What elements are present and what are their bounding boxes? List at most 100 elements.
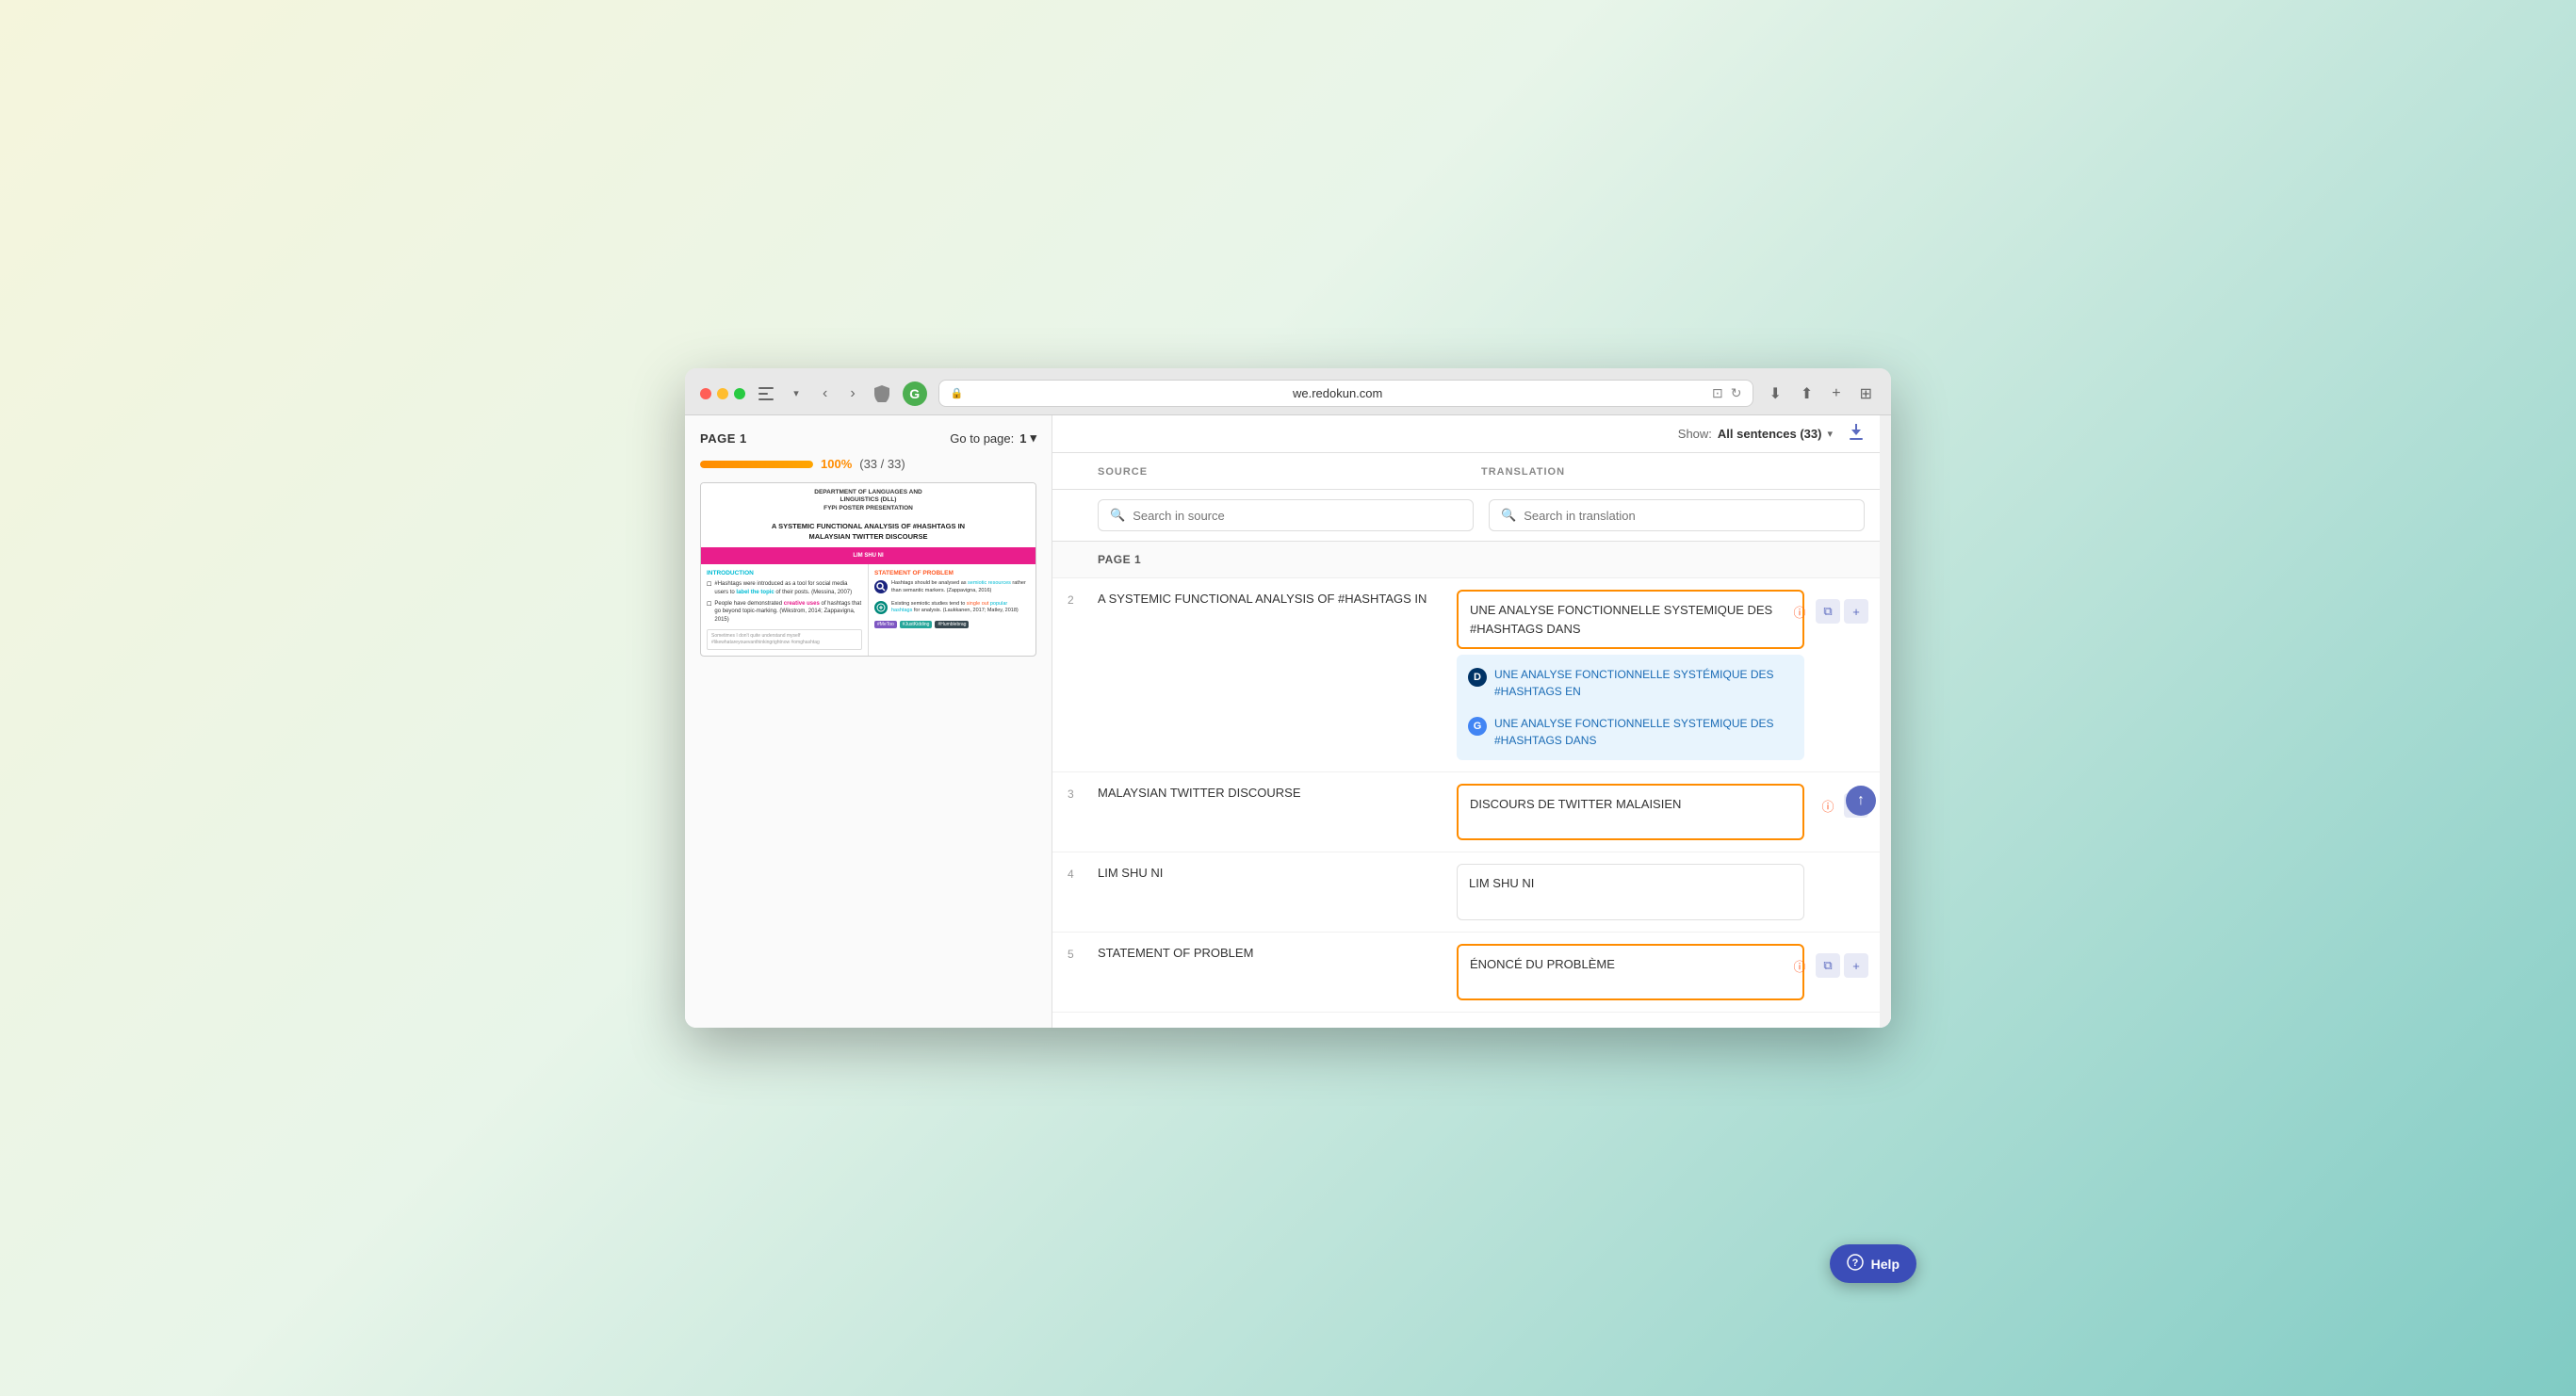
help-icon: ?	[1847, 1254, 1864, 1274]
translation-cell-3[interactable]: DISCOURS DE TWITTER MALAISIEN ⓘ ⧉	[1457, 784, 1804, 840]
translation-input-2[interactable]: UNE ANALYSE FONCTIONNELLE SYSTEMIQUE DES…	[1457, 590, 1804, 649]
minimize-button[interactable]	[717, 388, 728, 399]
arrow-up-button-3[interactable]: ↑	[1846, 786, 1876, 816]
source-cell-5: STATEMENT OF PROBLEM	[1098, 944, 1457, 1000]
share-button[interactable]: ⬆	[1797, 381, 1817, 407]
download-button[interactable]: ⬇	[1765, 381, 1785, 407]
row-number-2: 2	[1052, 590, 1098, 760]
browser-window: ▾ ‹ › G 🔒 we.redokun.com ⊡ ↻ ⬇ ⬆ + ⊞ PAG…	[685, 368, 1891, 1028]
filter-dropdown[interactable]: All sentences (33)	[1718, 427, 1822, 441]
source-text-2: A SYSTEMIC FUNCTIONAL ANALYSIS OF #HASHT…	[1098, 590, 1445, 609]
source-cell-3: MALAYSIAN TWITTER DISCOURSE	[1098, 784, 1457, 840]
translation-table[interactable]: SOURCE TRANSLATION 🔍 🔍	[1052, 453, 1880, 1028]
translation-input-3[interactable]: DISCOURS DE TWITTER MALAISIEN ⓘ ⧉	[1457, 784, 1804, 840]
warning-icon-3[interactable]: ⓘ	[1816, 793, 1840, 818]
svg-text:?: ?	[1851, 1258, 1858, 1269]
suggestion-text-deepl: UNE ANALYSE FONCTIONNELLE SYSTÉMIQUE DES…	[1494, 666, 1793, 700]
goto-page: Go to page: 1 ▾	[950, 430, 1036, 446]
google-logo: G	[1468, 717, 1487, 736]
add-icon-2[interactable]: +	[1844, 599, 1868, 624]
address-bar[interactable]: 🔒 we.redokun.com ⊡ ↻	[938, 380, 1754, 407]
browser-actions: ⬇ ⬆ + ⊞	[1765, 381, 1876, 407]
show-filter: Show: All sentences (33) ▾	[1678, 427, 1833, 441]
table-header: SOURCE TRANSLATION	[1052, 453, 1880, 490]
translation-actions-5: ⓘ ⧉ +	[1787, 953, 1868, 978]
introduction-title: INTRODUCTION	[707, 570, 862, 576]
fullscreen-button[interactable]	[734, 388, 745, 399]
translation-cell-2[interactable]: UNE ANALYSE FONCTIONNELLE SYSTEMIQUE DES…	[1457, 590, 1804, 760]
bullet-2-text: People have demonstrated creative uses o…	[714, 600, 862, 624]
source-cell-4: LIM SHU NI	[1098, 864, 1457, 920]
add-icon-5[interactable]: +	[1844, 953, 1868, 978]
suggestions-box-2: D UNE ANALYSE FONCTIONNELLE SYSTÉMIQUE D…	[1457, 655, 1804, 760]
source-header-label: SOURCE	[1098, 466, 1148, 478]
translation-search-field[interactable]: 🔍	[1489, 499, 1865, 531]
suggestion-google[interactable]: G UNE ANALYSE FONCTIONNELLE SYSTEMIQUE D…	[1457, 707, 1804, 756]
forward-button[interactable]: ›	[844, 381, 860, 406]
doc-pink-bar: LIM SHU NI	[701, 547, 1035, 564]
scrollbar[interactable]	[1880, 415, 1891, 1028]
table-row: 4 LIM SHU NI LIM SHU NI	[1052, 852, 1880, 933]
page-label: PAGE 1	[700, 431, 747, 446]
copy-icon-2[interactable]: ⧉	[1816, 599, 1840, 624]
copy-icon-5[interactable]: ⧉	[1816, 953, 1840, 978]
source-column-header: SOURCE	[1098, 463, 1481, 479]
translation-header-label: TRANSLATION	[1481, 466, 1565, 478]
search-illustration	[874, 580, 888, 593]
refresh-icon[interactable]: ↻	[1731, 385, 1742, 401]
back-button[interactable]: ‹	[817, 381, 833, 406]
problem-text-1: Hashtags should be analysed as semiotic …	[891, 580, 1030, 594]
source-text-4: LIM SHU NI	[1098, 864, 1445, 883]
document-thumbnail[interactable]: DEPARTMENT OF LANGUAGES ANDLINGUISTICS (…	[700, 482, 1036, 657]
traffic-lights	[700, 388, 745, 399]
progress-bar-container: 100% (33 / 33)	[700, 457, 1036, 471]
hashtag-humblebrag: #Humblebrag	[935, 621, 969, 628]
right-panel: Show: All sentences (33) ▾ SOURC	[1052, 415, 1880, 1028]
warning-icon-5[interactable]: ⓘ	[1787, 953, 1812, 978]
row-number-4: 4	[1052, 864, 1098, 920]
table-row: 3 MALAYSIAN TWITTER DISCOURSE DISCOURS D…	[1052, 772, 1880, 852]
page-number-select[interactable]: 1 ▾	[1019, 430, 1036, 446]
shield-icon	[872, 384, 891, 403]
source-search-field[interactable]: 🔍	[1098, 499, 1474, 531]
progress-bar-background	[700, 461, 813, 468]
download-filter-icon[interactable]	[1848, 423, 1865, 445]
browser-content: PAGE 1 Go to page: 1 ▾ 100% (33 / 33)	[685, 415, 1891, 1028]
suggestion-text-google: UNE ANALYSE FONCTIONNELLE SYSTEMIQUE DES…	[1494, 715, 1793, 749]
progress-percent: 100%	[821, 457, 852, 471]
page-section-header: PAGE 1	[1052, 542, 1880, 578]
table-row: 5 STATEMENT OF PROBLEM ÉNONCÉ DU PROBLÈM…	[1052, 933, 1880, 1013]
source-search-input[interactable]	[1133, 509, 1461, 523]
translation-text-2: UNE ANALYSE FONCTIONNELLE SYSTEMIQUE DES…	[1470, 601, 1791, 638]
warning-icon-2[interactable]: ⓘ	[1787, 599, 1812, 624]
new-tab-button[interactable]: +	[1828, 381, 1844, 406]
bullet-1-text: #Hashtags were introduced as a tool for …	[714, 580, 862, 596]
translation-cell-4[interactable]: LIM SHU NI	[1457, 864, 1804, 920]
translation-cell-5[interactable]: ÉNONCÉ DU PROBLÈME ⓘ ⧉ +	[1457, 944, 1804, 1000]
goto-label: Go to page:	[950, 431, 1014, 446]
grammarly-icon[interactable]: G	[903, 381, 927, 406]
lock-icon: 🔒	[951, 387, 964, 399]
browser-titlebar: ▾ ‹ › G 🔒 we.redokun.com ⊡ ↻ ⬇ ⬆ + ⊞	[685, 368, 1891, 415]
hashtag-metoo: #MeToo	[874, 621, 897, 628]
help-button[interactable]: ? Help	[1830, 1244, 1916, 1283]
progress-count: (33 / 33)	[859, 457, 905, 471]
chevron-down-icon[interactable]: ▾	[787, 384, 806, 403]
translation-column-header: TRANSLATION	[1481, 463, 1865, 479]
problem-item-1: Hashtags should be analysed as semiotic …	[874, 580, 1030, 594]
translation-search-input[interactable]	[1524, 509, 1852, 523]
translation-input-5[interactable]: ÉNONCÉ DU PROBLÈME ⓘ ⧉ +	[1457, 944, 1804, 1000]
chevron-icon: ▾	[1030, 430, 1036, 446]
doc-columns: INTRODUCTION ☐ #Hashtags were introduced…	[701, 564, 1035, 656]
translate-icon[interactable]: ⊡	[1712, 385, 1723, 401]
close-button[interactable]	[700, 388, 711, 399]
filter-chevron-icon[interactable]: ▾	[1827, 428, 1833, 440]
translation-actions-2: ⓘ ⧉ +	[1787, 599, 1868, 624]
source-cell-2: A SYSTEMIC FUNCTIONAL ANALYSIS OF #HASHT…	[1098, 590, 1457, 760]
suggestion-deepl[interactable]: D UNE ANALYSE FONCTIONNELLE SYSTÉMIQUE D…	[1457, 658, 1804, 707]
translation-input-4[interactable]: LIM SHU NI	[1457, 864, 1804, 920]
extensions-button[interactable]: ⊞	[1856, 381, 1876, 407]
page-header: PAGE 1 Go to page: 1 ▾	[700, 430, 1036, 446]
sidebar-toggle-icon[interactable]	[757, 384, 775, 403]
progress-bar-fill	[700, 461, 813, 468]
